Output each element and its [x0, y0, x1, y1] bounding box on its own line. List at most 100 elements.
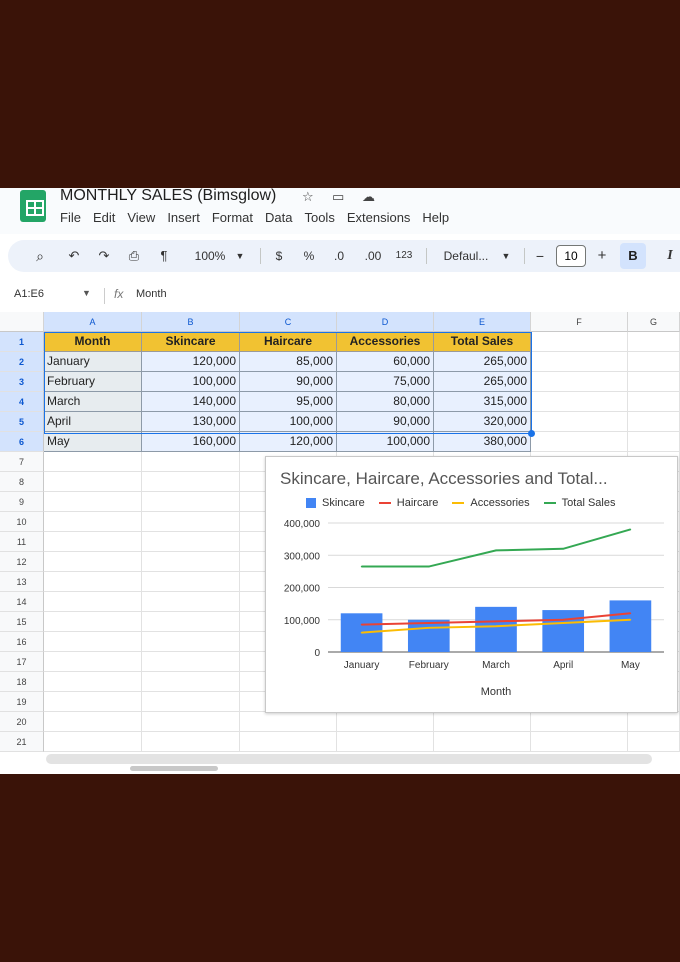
bold-button[interactable]: B	[620, 243, 646, 269]
grid-cell[interactable]	[142, 472, 240, 492]
grid-cell[interactable]	[337, 732, 434, 752]
row-header-11[interactable]: 11	[0, 532, 44, 552]
grid-cell[interactable]	[531, 432, 628, 452]
row-header-14[interactable]: 14	[0, 592, 44, 612]
grid-cell[interactable]	[44, 572, 142, 592]
zoom-dropdown-icon[interactable]: ▼	[234, 240, 246, 272]
grid-cell[interactable]	[628, 432, 680, 452]
menu-edit[interactable]: Edit	[93, 210, 115, 225]
name-box[interactable]: A1:E6	[14, 288, 44, 300]
grid-cell[interactable]	[44, 452, 142, 472]
value-cell[interactable]: 265,000	[434, 372, 531, 392]
grid-cell[interactable]	[531, 732, 628, 752]
value-cell[interactable]: 75,000	[337, 372, 434, 392]
grid-cell[interactable]	[531, 332, 628, 352]
row-header-5[interactable]: 5	[0, 412, 44, 432]
menu-help[interactable]: Help	[422, 210, 449, 225]
row-header-15[interactable]: 15	[0, 612, 44, 632]
grid-cell[interactable]	[44, 652, 142, 672]
grid-cell[interactable]	[142, 532, 240, 552]
grid-cell[interactable]	[628, 332, 680, 352]
grid-cell[interactable]	[44, 592, 142, 612]
column-header-f[interactable]: F	[531, 312, 628, 332]
grid-cell[interactable]	[142, 632, 240, 652]
grid-cell[interactable]	[44, 692, 142, 712]
increase-decimal-button[interactable]: .00	[360, 240, 386, 272]
row-header-12[interactable]: 12	[0, 552, 44, 572]
grid-cell[interactable]	[628, 352, 680, 372]
row-header-2[interactable]: 2	[0, 352, 44, 372]
row-header-1[interactable]: 1	[0, 332, 44, 352]
row-header-4[interactable]: 4	[0, 392, 44, 412]
row-header-13[interactable]: 13	[0, 572, 44, 592]
value-cell[interactable]: 90,000	[337, 412, 434, 432]
select-all-corner[interactable]	[0, 312, 44, 332]
font-size-input[interactable]: 10	[556, 245, 586, 267]
value-cell[interactable]: 120,000	[240, 432, 337, 452]
column-header-a[interactable]: A	[44, 312, 142, 332]
grid-cell[interactable]	[142, 652, 240, 672]
header-cell[interactable]: Haircare	[240, 332, 337, 352]
grid-cell[interactable]	[628, 372, 680, 392]
undo-icon[interactable]: ↶	[64, 240, 84, 272]
menu-format[interactable]: Format	[212, 210, 253, 225]
value-cell[interactable]: 315,000	[434, 392, 531, 412]
italic-button[interactable]: I	[662, 240, 678, 272]
value-cell[interactable]: 130,000	[142, 412, 240, 432]
menu-data[interactable]: Data	[265, 210, 292, 225]
grid-cell[interactable]	[434, 732, 531, 752]
grid-cell[interactable]	[44, 552, 142, 572]
star-icon[interactable]: ☆	[302, 189, 314, 205]
row-header-20[interactable]: 20	[0, 712, 44, 732]
grid-cell[interactable]	[142, 572, 240, 592]
name-box-dropdown-icon[interactable]: ▼	[82, 288, 91, 298]
decrease-font-size-button[interactable]: −	[532, 240, 548, 272]
value-cell[interactable]: 160,000	[142, 432, 240, 452]
header-cell[interactable]: Skincare	[142, 332, 240, 352]
increase-font-size-button[interactable]: +	[594, 240, 610, 272]
document-title[interactable]: MONTHLY SALES (Bimsglow)	[60, 188, 276, 205]
grid-cell[interactable]	[531, 352, 628, 372]
grid-cell[interactable]	[142, 612, 240, 632]
menu-file[interactable]: File	[60, 210, 81, 225]
row-header-18[interactable]: 18	[0, 672, 44, 692]
grid-cell[interactable]	[44, 512, 142, 532]
month-cell[interactable]: April	[44, 412, 142, 432]
column-header-c[interactable]: C	[240, 312, 337, 332]
decrease-decimal-button[interactable]: .0	[328, 240, 350, 272]
value-cell[interactable]: 100,000	[240, 412, 337, 432]
grid-cell[interactable]	[44, 712, 142, 732]
font-dropdown-icon[interactable]: ▼	[500, 240, 512, 272]
menu-view[interactable]: View	[127, 210, 155, 225]
grid-cell[interactable]	[240, 712, 337, 732]
grid-cell[interactable]	[240, 732, 337, 752]
value-cell[interactable]: 95,000	[240, 392, 337, 412]
row-header-19[interactable]: 19	[0, 692, 44, 712]
value-cell[interactable]: 60,000	[337, 352, 434, 372]
grid-cell[interactable]	[628, 732, 680, 752]
grid-cell[interactable]	[628, 392, 680, 412]
row-header-21[interactable]: 21	[0, 732, 44, 752]
formula-input[interactable]: Month	[136, 288, 167, 300]
month-cell[interactable]: May	[44, 432, 142, 452]
row-header-3[interactable]: 3	[0, 372, 44, 392]
cloud-status-icon[interactable]: ☁	[362, 189, 375, 205]
grid-cell[interactable]	[531, 372, 628, 392]
grid-cell[interactable]	[142, 692, 240, 712]
month-cell[interactable]: February	[44, 372, 142, 392]
grid-cell[interactable]	[44, 612, 142, 632]
grid-cell[interactable]	[531, 712, 628, 732]
grid-cell[interactable]	[142, 512, 240, 532]
grid-cell[interactable]	[44, 532, 142, 552]
move-folder-icon[interactable]: ▭	[332, 189, 344, 205]
grid-cell[interactable]	[44, 472, 142, 492]
grid-cell[interactable]	[531, 412, 628, 432]
grid-cell[interactable]	[142, 712, 240, 732]
grid-cell[interactable]	[142, 592, 240, 612]
menu-extensions[interactable]: Extensions	[347, 210, 411, 225]
grid-cell[interactable]	[142, 452, 240, 472]
header-cell[interactable]: Total Sales	[434, 332, 531, 352]
grid-cell[interactable]	[44, 672, 142, 692]
column-header-b[interactable]: B	[142, 312, 240, 332]
month-cell[interactable]: March	[44, 392, 142, 412]
